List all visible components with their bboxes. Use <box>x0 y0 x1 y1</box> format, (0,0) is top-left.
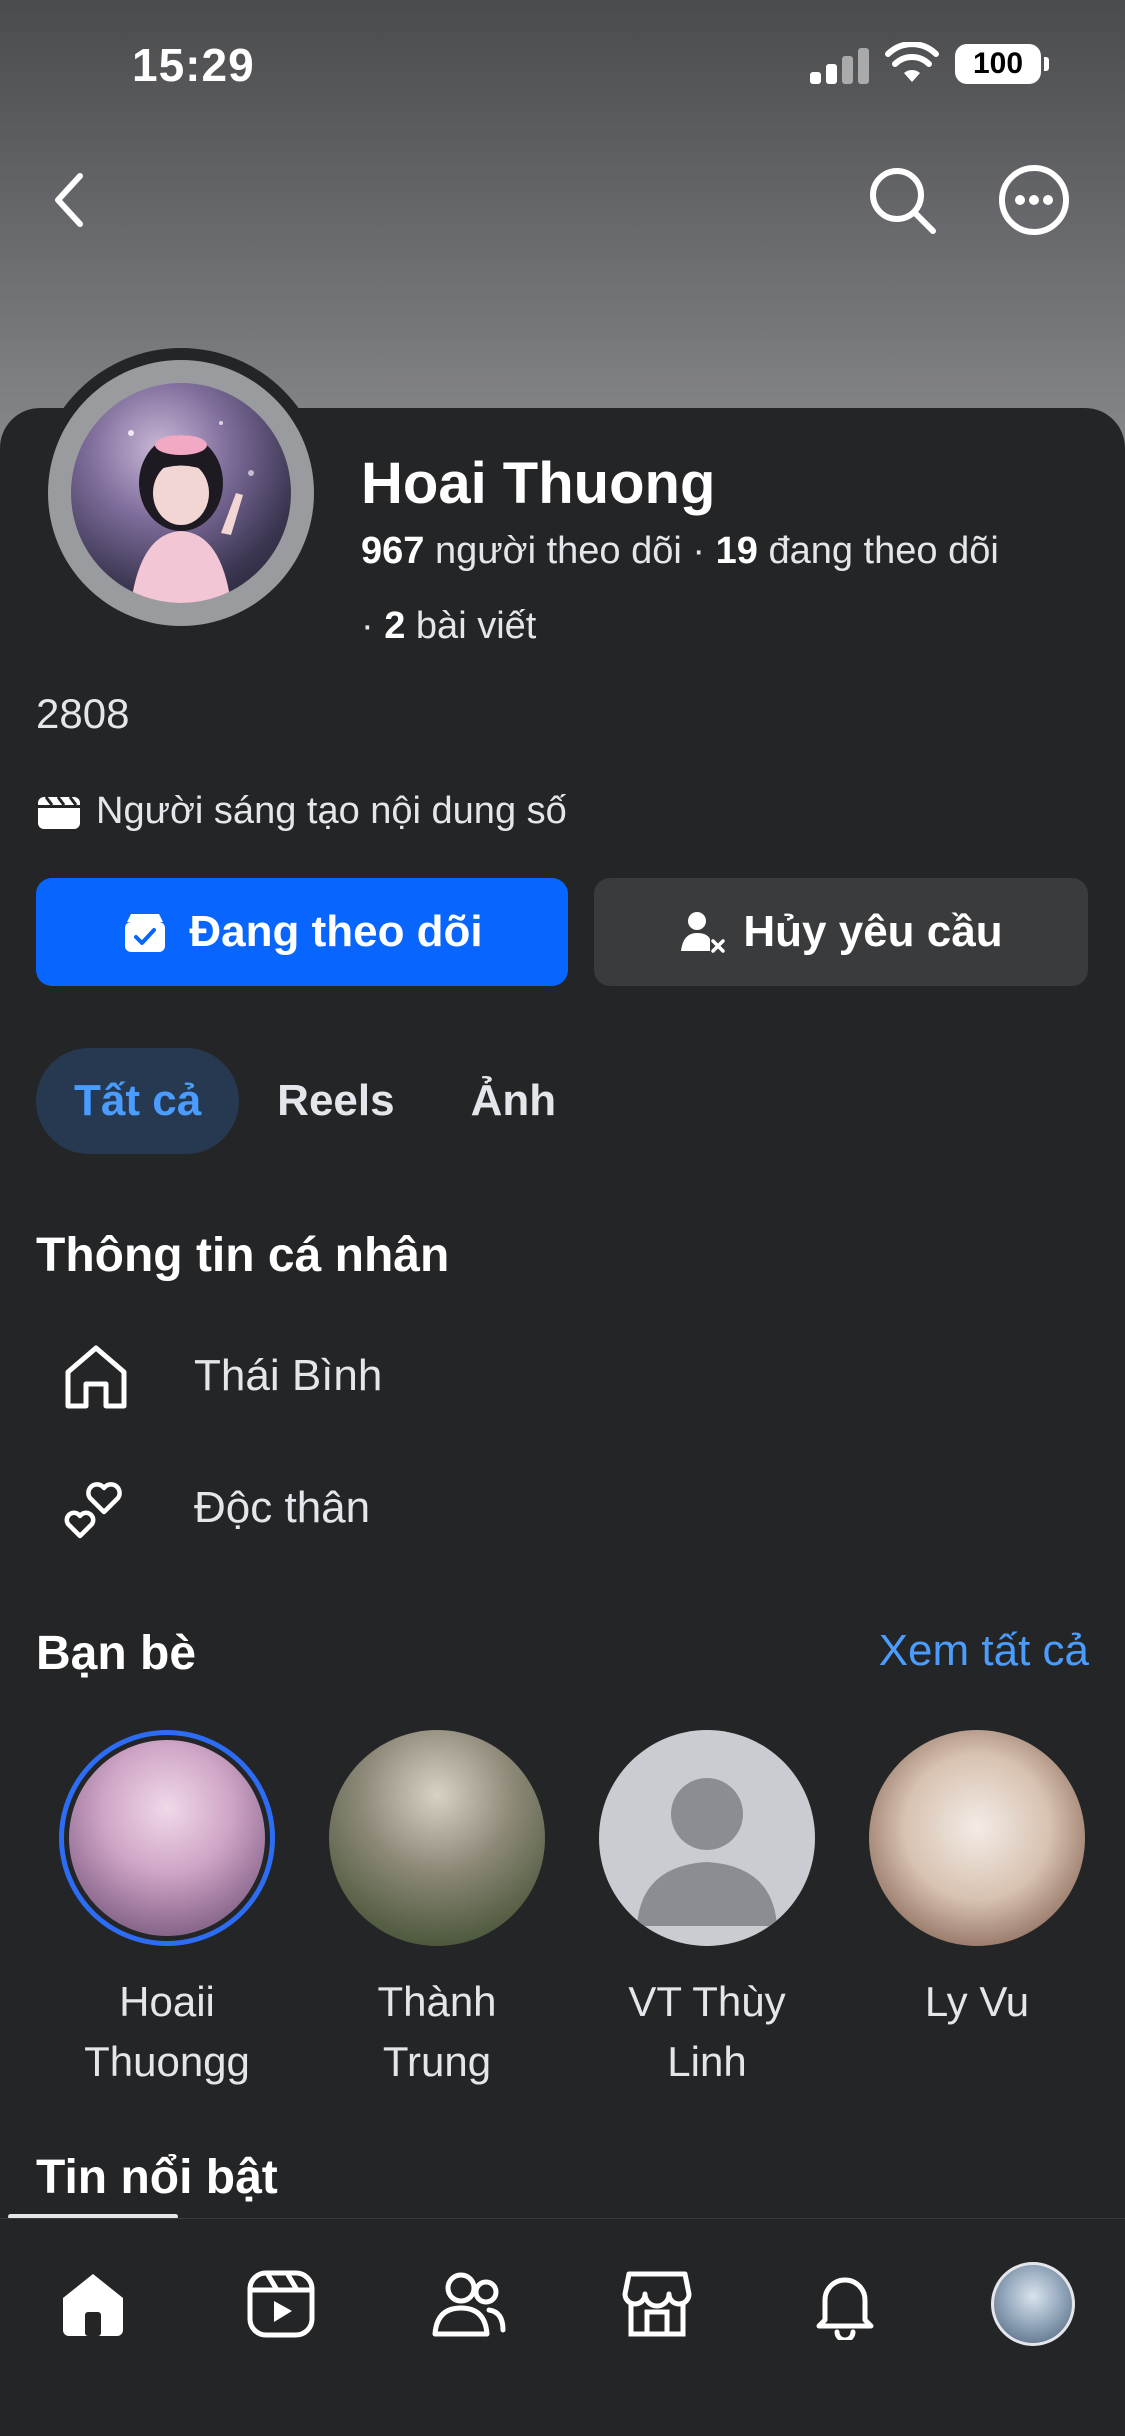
cellular-signal-icon <box>810 48 870 84</box>
default-user-icon <box>637 1778 777 1926</box>
avatar-illustration <box>128 421 254 603</box>
friends-title: Bạn bè <box>36 1627 197 1680</box>
search-button[interactable] <box>862 160 942 240</box>
friends-icon <box>432 2272 506 2337</box>
status-bar: 15:29 100 <box>0 0 1125 140</box>
friend-avatar-default <box>599 1730 815 1946</box>
relationship-label: Độc thân <box>194 1483 371 1532</box>
nav-marketplace[interactable] <box>612 2259 702 2349</box>
home-icon <box>63 2274 123 2336</box>
avatar-ring <box>48 360 314 626</box>
hearts-icon <box>64 1482 122 1539</box>
nav-reels[interactable] <box>236 2259 326 2349</box>
hometown-label: Thái Bình <box>194 1351 383 1400</box>
personal-info-title: Thông tin cá nhân <box>36 1229 450 1282</box>
user-cancel-icon <box>681 912 726 953</box>
nav-home[interactable] <box>48 2259 138 2349</box>
search-icon <box>870 168 936 234</box>
nav-profile[interactable] <box>988 2259 1078 2349</box>
home-icon <box>65 1345 127 1409</box>
more-horizontal-icon <box>999 165 1069 235</box>
following-button-label: Đang theo dõi <box>189 907 483 956</box>
tab-reels[interactable]: Reels <box>239 1048 432 1154</box>
more-options-button[interactable] <box>994 160 1074 240</box>
friend-name: VT Thùy Linh <box>628 1978 786 2085</box>
friend-avatar <box>59 1730 275 1946</box>
friend-avatar <box>869 1730 1085 1946</box>
posts-label: bài viết <box>415 605 537 647</box>
friend-avatar <box>329 1730 545 1946</box>
profile-avatar[interactable] <box>36 348 326 638</box>
chevron-left-icon <box>55 173 83 227</box>
following-label: đang theo dõi <box>768 530 999 572</box>
friend-name: Thành Trung <box>377 1978 497 2085</box>
friend-item[interactable]: Ly Vu <box>852 1730 1102 2032</box>
friend-item[interactable]: Hoaii Thuongg <box>42 1730 292 2092</box>
avatar-image <box>71 383 291 603</box>
nav-friends[interactable] <box>424 2259 514 2349</box>
follow-stats[interactable]: 967 người theo dõi · 19 đang theo dõi <box>361 530 999 573</box>
friends-list: Hoaii Thuongg Thành Trung VT Thùy Linh L… <box>36 1730 1096 2090</box>
tab-photos[interactable]: Ảnh <box>433 1048 595 1154</box>
battery-indicator: 100 <box>955 44 1049 84</box>
cancel-request-label: Hủy yêu cầu <box>743 907 1003 956</box>
creator-label: Người sáng tạo nội dung số <box>96 790 567 832</box>
tab-all[interactable]: Tất cả <box>36 1048 240 1154</box>
info-row-relationship[interactable]: Độc thân <box>60 1468 370 1548</box>
profile-tabs: Tất cả Reels Ảnh <box>36 1048 594 1154</box>
cancel-request-button[interactable]: Hủy yêu cầu <box>594 878 1088 986</box>
info-row-hometown[interactable]: Thái Bình <box>60 1336 382 1416</box>
nav-notifications[interactable] <box>800 2259 890 2349</box>
following-check-icon <box>125 914 166 952</box>
profile-avatar-icon <box>991 2262 1075 2346</box>
profile-name: Hoai Thuong <box>361 451 716 516</box>
reels-icon <box>247 2270 315 2338</box>
followers-label: người theo dõi <box>434 530 682 572</box>
clapperboard-icon <box>38 795 80 829</box>
separator-dot: · <box>692 530 716 572</box>
bell-icon <box>816 2277 874 2340</box>
followers-count: 967 <box>361 530 425 572</box>
see-all-friends-link[interactable]: Xem tất cả <box>879 1626 1089 1676</box>
following-count: 19 <box>715 530 758 572</box>
posts-stats: · 2 bài viết <box>361 605 536 648</box>
friend-name: Ly Vu <box>924 1978 1030 2025</box>
friend-item[interactable]: Thành Trung <box>312 1730 562 2092</box>
marketplace-icon <box>622 2271 692 2337</box>
profile-bio: 2808 <box>36 690 130 737</box>
bottom-navigation <box>0 2218 1125 2436</box>
highlights-title: Tin nổi bật <box>36 2151 278 2204</box>
following-button[interactable]: Đang theo dõi <box>36 878 568 986</box>
wifi-icon <box>885 41 939 84</box>
separator-dot: · <box>361 605 385 647</box>
friend-item[interactable]: VT Thùy Linh <box>582 1730 832 2092</box>
posts-count: 2 <box>384 605 406 647</box>
back-button[interactable] <box>30 160 110 240</box>
friend-name: Hoaii Thuongg <box>84 1978 250 2085</box>
status-time: 15:29 <box>132 39 255 91</box>
creator-category: Người sáng tạo nội dung số <box>36 790 567 833</box>
